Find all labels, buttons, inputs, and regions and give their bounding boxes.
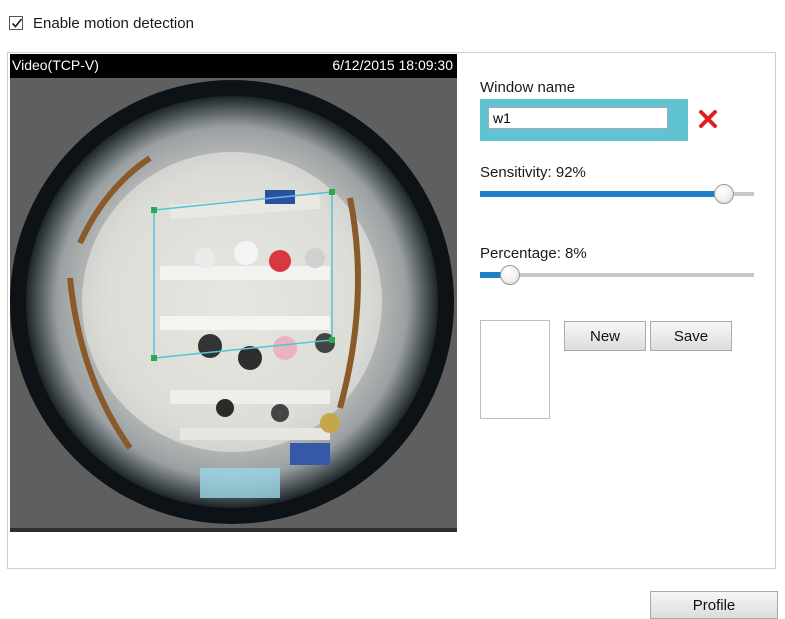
sensitivity-label: Sensitivity: 92% <box>480 164 586 181</box>
enable-motion-label: Enable motion detection <box>33 14 194 32</box>
window-name-highlight <box>480 99 688 141</box>
new-window-button[interactable]: New <box>564 321 646 351</box>
sensitivity-slider[interactable] <box>480 184 754 204</box>
enable-motion-checkbox[interactable] <box>9 16 23 30</box>
profile-button[interactable]: Profile <box>650 591 778 619</box>
sensitivity-fill <box>480 191 724 197</box>
enable-motion-row: Enable motion detection <box>9 13 194 33</box>
percentage-label: Percentage: 8% <box>480 245 587 262</box>
video-header: Video(TCP-V) 6/12/2015 18:09:30 <box>10 54 457 78</box>
video-view: Video(TCP-V) 6/12/2015 18:09:30 <box>10 54 457 532</box>
video-stream-title: Video(TCP-V) <box>12 57 99 73</box>
video-timestamp: 6/12/2015 18:09:30 <box>332 57 453 73</box>
fisheye-camera-image <box>10 78 457 528</box>
window-preview <box>480 320 550 419</box>
delete-window-icon[interactable] <box>697 108 719 130</box>
save-button[interactable]: Save <box>650 321 732 351</box>
sensitivity-thumb[interactable] <box>713 184 734 204</box>
video-frame[interactable] <box>10 78 457 528</box>
window-name-input[interactable] <box>488 107 668 129</box>
percentage-thumb[interactable] <box>500 265 521 285</box>
percentage-slider[interactable] <box>480 265 754 285</box>
window-name-label: Window name <box>480 79 576 96</box>
checkmark-icon <box>11 18 23 28</box>
percentage-track <box>480 273 754 277</box>
